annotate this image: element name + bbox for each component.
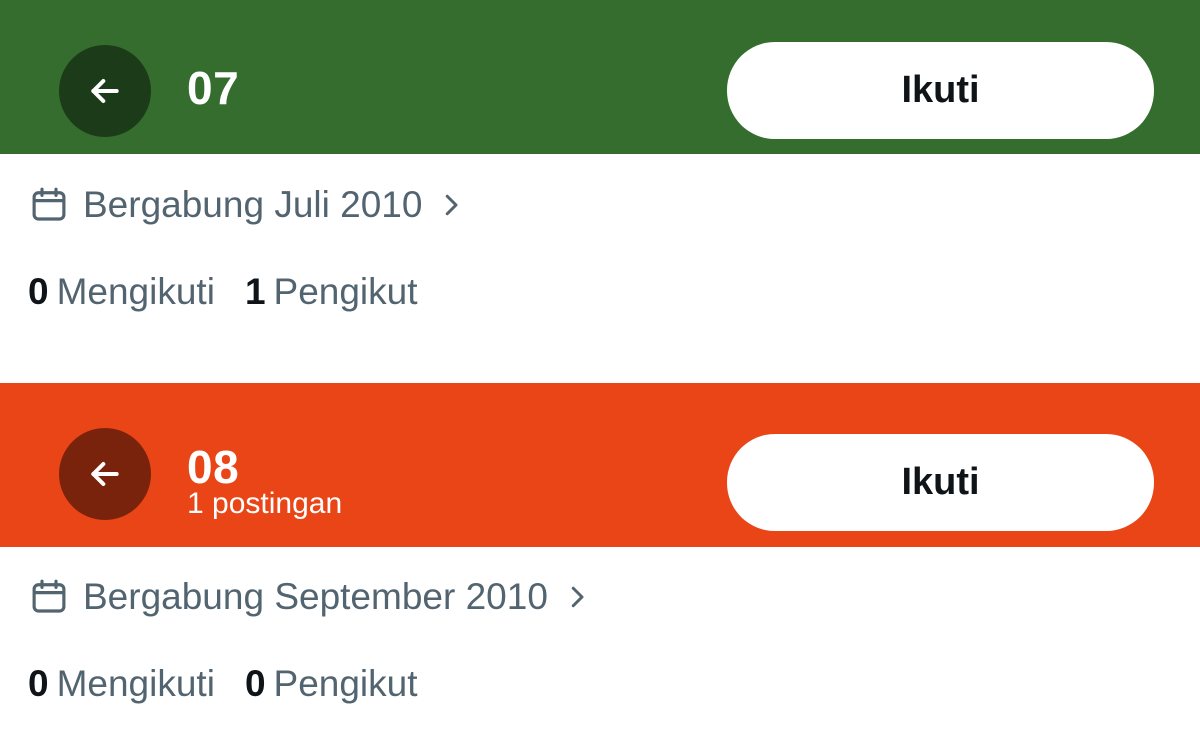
- follow-button[interactable]: Ikuti: [727, 434, 1154, 531]
- followers-stat[interactable]: 0 Pengikut: [245, 663, 418, 705]
- profile-header: 08 1 postingan Ikuti: [0, 383, 1200, 547]
- profile-card-08: 08 1 postingan Ikuti Bergabung September…: [0, 383, 1200, 756]
- joined-date-text: Bergabung September 2010: [83, 576, 548, 617]
- joined-date-link[interactable]: Bergabung September 2010: [28, 576, 592, 618]
- following-stat[interactable]: 0 Mengikuti: [28, 271, 215, 313]
- profile-header: 07 Ikuti: [0, 0, 1200, 154]
- profile-title-block: 07: [187, 62, 239, 114]
- post-count: 1 postingan: [187, 487, 343, 520]
- followers-stat[interactable]: 1 Pengikut: [245, 271, 418, 313]
- following-label: Mengikuti: [56, 663, 215, 704]
- chevron-right-icon: [436, 190, 466, 220]
- followers-count: 1: [244, 271, 266, 312]
- profile-name: 08: [187, 441, 240, 493]
- follow-stats: 0 Mengikuti 1 Pengikut: [28, 271, 418, 313]
- chevron-right-icon: [562, 582, 592, 612]
- profile-card-07: 07 Ikuti Bergabung Juli 2010 0 Mengikuti…: [0, 0, 1200, 383]
- follow-button[interactable]: Ikuti: [727, 42, 1154, 139]
- following-stat[interactable]: 0 Mengikuti: [28, 663, 215, 705]
- back-button[interactable]: [59, 428, 151, 520]
- joined-date-link[interactable]: Bergabung Juli 2010: [28, 184, 466, 226]
- followers-label: Pengikut: [273, 663, 418, 704]
- profile-name: 07: [187, 62, 240, 114]
- following-label: Mengikuti: [56, 271, 215, 312]
- followers-count: 0: [244, 663, 266, 704]
- arrow-left-icon: [85, 71, 125, 111]
- follow-stats: 0 Mengikuti 0 Pengikut: [28, 663, 418, 705]
- calendar-icon: [28, 184, 70, 226]
- joined-date-text: Bergabung Juli 2010: [83, 184, 423, 225]
- followers-label: Pengikut: [273, 271, 418, 312]
- calendar-icon: [28, 576, 70, 618]
- arrow-left-icon: [85, 454, 125, 494]
- profile-title-block: 08 1 postingan: [187, 441, 342, 521]
- following-count: 0: [28, 271, 49, 312]
- following-count: 0: [28, 663, 49, 704]
- back-button[interactable]: [59, 45, 151, 137]
